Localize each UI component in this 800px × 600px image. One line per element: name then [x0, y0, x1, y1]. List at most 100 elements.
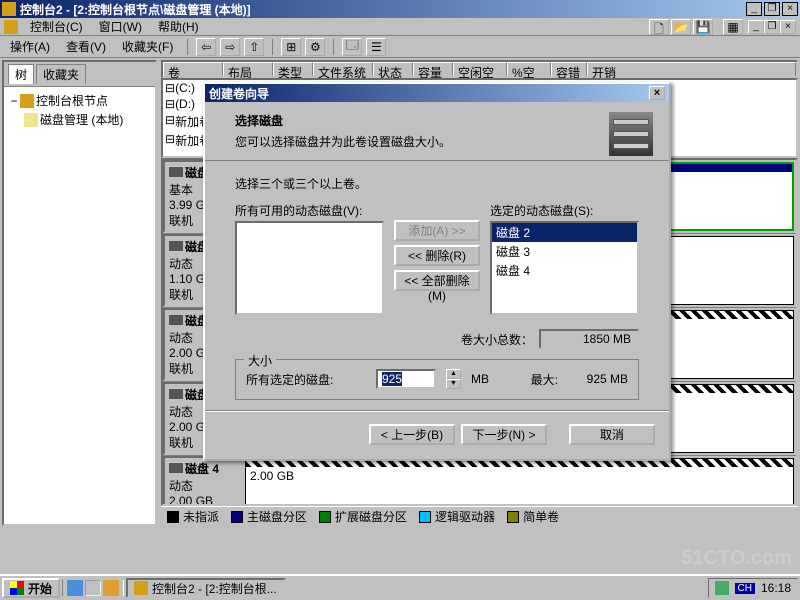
tb-fav[interactable]: 收藏夹(F) [116, 37, 179, 56]
col-vol[interactable]: 卷 [163, 62, 223, 76]
legend: 未指派 主磁盘分区 扩展磁盘分区 逻辑驱动器 简单卷 [161, 506, 798, 526]
mdi-restore[interactable]: ❐ [764, 20, 780, 34]
selected-disks-listbox[interactable]: 磁盘 2 磁盘 3 磁盘 4 [490, 221, 639, 315]
tree-disk-mgmt[interactable]: 磁盘管理 (本地) [24, 110, 151, 129]
dialog-titlebar[interactable]: 创建卷向导 × [205, 84, 669, 102]
list-item[interactable]: 磁盘 3 [492, 242, 637, 261]
open-icon[interactable]: 📂 [671, 19, 691, 35]
total-label: 卷大小总数： [461, 331, 533, 348]
all-disks-label: 所有选定的磁盘: [246, 371, 366, 388]
size-spinner[interactable]: ▲▼ [446, 369, 461, 389]
legend-swatch [231, 511, 243, 523]
watermark: 51CTO.com [681, 547, 792, 570]
legend-swatch [319, 511, 331, 523]
disk-icon [169, 167, 183, 177]
list-item[interactable]: 磁盘 4 [492, 261, 637, 280]
quick-launch [62, 580, 124, 596]
disk-volume[interactable]: 2.00 GB [245, 458, 794, 506]
col-fs[interactable]: 文件系统 [313, 62, 373, 76]
desktop-icon[interactable] [85, 580, 101, 596]
size-unit: MB [471, 372, 489, 386]
windows-flag-icon [10, 581, 24, 595]
ime-indicator[interactable]: CH [735, 583, 755, 594]
outlook-icon[interactable] [103, 580, 119, 596]
size-input[interactable]: 925 [376, 369, 436, 389]
col-pct[interactable]: %空闲 [507, 62, 551, 76]
main-titlebar: 控制台2 - [2:控制台根节点\磁盘管理 (本地)] _ ❐ × [0, 0, 800, 18]
col-oh[interactable]: 开销 [587, 62, 796, 76]
volume-list-header: 卷 布局 类型 文件系统 状态 容量 空闲空间 %空闲 容错 开销 [161, 60, 798, 78]
legend-swatch [419, 511, 431, 523]
col-status[interactable]: 状态 [373, 62, 413, 76]
add-button[interactable]: 添加(A) >> [394, 220, 480, 241]
mdi-close[interactable]: × [780, 20, 796, 34]
disk-row: 磁盘 4 动态2.00 GB联机 2.00 GB [163, 456, 796, 506]
disk-icon [169, 389, 183, 399]
newwin-icon[interactable]: ▦ [723, 19, 743, 35]
size-group-label: 大小 [244, 352, 276, 369]
action-toolbar: 操作(A) 查看(V) 收藏夹(F) ⇦ ⇨ ⇧ ⊞ ⚙ 🗔 ☰ [0, 36, 800, 58]
disk-stack-icon [609, 112, 653, 156]
tb-settings-icon[interactable]: 🗔 [342, 38, 362, 56]
menu-console[interactable]: 控制台(C) [22, 17, 91, 36]
minimize-button[interactable]: _ [746, 2, 762, 16]
col-cap[interactable]: 容量 [413, 62, 453, 76]
available-disks-label: 所有可用的动态磁盘(V): [235, 202, 384, 219]
app-icon [2, 2, 16, 16]
tab-tree[interactable]: 树 [8, 64, 34, 84]
new-icon[interactable]: 🗋 [649, 19, 669, 35]
disk-icon [169, 315, 183, 325]
nav-back[interactable]: ⇦ [196, 38, 216, 56]
dialog-instruction: 选择三个或三个以上卷。 [235, 175, 639, 192]
cancel-button[interactable]: 取消 [569, 424, 655, 445]
remove-button[interactable]: << 删除(R) [394, 245, 480, 266]
tb-prop-icon[interactable]: ⚙ [305, 38, 325, 56]
total-value: 1850 MB [539, 329, 639, 349]
menu-window[interactable]: 窗口(W) [91, 17, 150, 36]
app-icon [134, 581, 148, 595]
selected-disks-label: 选定的动态磁盘(S): [490, 202, 639, 219]
save-icon[interactable]: 💾 [693, 19, 713, 35]
create-volume-wizard: 创建卷向导 × 选择磁盘 您可以选择磁盘并为此卷设置磁盘大小。 选择三个或三个以… [203, 82, 671, 461]
remove-all-button[interactable]: << 全部删除(M) [394, 270, 480, 291]
tb-action[interactable]: 操作(A) [4, 37, 56, 56]
close-button[interactable]: × [782, 2, 798, 16]
dialog-title-text: 创建卷向导 [209, 85, 649, 102]
taskbar-app-button[interactable]: 控制台2 - [2:控制台根... [126, 578, 286, 598]
col-type[interactable]: 类型 [273, 62, 313, 76]
mdi-min[interactable]: _ [748, 20, 764, 34]
clock[interactable]: 16:18 [761, 581, 791, 595]
col-ft[interactable]: 容错 [551, 62, 587, 76]
system-tray: CH 16:18 [708, 578, 798, 598]
tb-refresh-icon[interactable]: ⊞ [281, 38, 301, 56]
tab-fav[interactable]: 收藏夹 [36, 64, 86, 84]
tree-root[interactable]: − 控制台根节点 [8, 91, 151, 110]
tb-help2-icon[interactable]: ☰ [366, 38, 386, 56]
tree-child-label: 磁盘管理 (本地) [40, 111, 123, 128]
col-free[interactable]: 空闲空间 [453, 62, 507, 76]
start-button[interactable]: 开始 [2, 578, 60, 598]
restore-button[interactable]: ❐ [764, 2, 780, 16]
tb-view[interactable]: 查看(V) [60, 37, 112, 56]
dialog-header: 选择磁盘 您可以选择磁盘并为此卷设置磁盘大小。 [205, 102, 669, 161]
nav-fwd[interactable]: ⇨ [220, 38, 240, 56]
back-button[interactable]: < 上一步(B) [369, 424, 455, 445]
dialog-subheading: 您可以选择磁盘并为此卷设置磁盘大小。 [235, 133, 609, 150]
dialog-heading: 选择磁盘 [235, 112, 609, 129]
menubar: 控制台(C) 窗口(W) 帮助(H) 🗋 📂 💾 ▦ _ ❐ × [0, 18, 800, 36]
tree-panel: 树 收藏夹 − 控制台根节点 磁盘管理 (本地) [2, 60, 157, 526]
next-button[interactable]: 下一步(N) > [461, 424, 547, 445]
doc-icon [4, 20, 18, 34]
legend-swatch [507, 511, 519, 523]
tray-icon[interactable] [715, 581, 729, 595]
nav-up[interactable]: ⇧ [244, 38, 264, 56]
tree-root-label: 控制台根节点 [36, 92, 108, 109]
col-layout[interactable]: 布局 [223, 62, 273, 76]
ie-icon[interactable] [67, 580, 83, 596]
max-label: 最大: [531, 371, 558, 388]
available-disks-listbox[interactable] [235, 221, 384, 315]
dialog-close-button[interactable]: × [649, 86, 665, 100]
disk-info: 磁盘 4 动态2.00 GB联机 [163, 456, 243, 506]
menu-help[interactable]: 帮助(H) [150, 17, 207, 36]
list-item[interactable]: 磁盘 2 [492, 223, 637, 242]
